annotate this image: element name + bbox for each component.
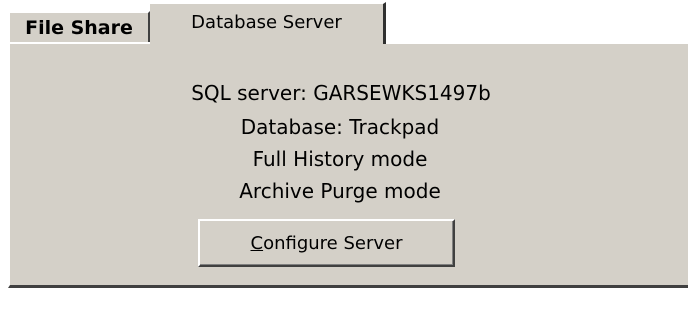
archive-mode-info: Archive Purge mode (239, 179, 441, 203)
tab-file-share-label: File Share (25, 16, 133, 39)
database-server-panel: SQL server: GARSEWKS1497b Database: Trac… (8, 42, 688, 288)
tab-file-share[interactable]: File Share (8, 11, 150, 42)
configure-server-label: onfigure Server (263, 232, 403, 254)
sql-server-info: SQL server: GARSEWKS1497b (191, 81, 491, 105)
database-info: Database: Trackpad (240, 115, 440, 139)
tab-strip: File Share Database Server (0, 0, 688, 44)
properties-window: File Share Database Server SQL server: G… (0, 0, 688, 315)
configure-server-button[interactable]: Configure Server (198, 219, 455, 267)
configure-server-accelerator: C (250, 232, 264, 254)
tab-database-server[interactable]: Database Server (150, 2, 386, 44)
tab-database-server-label: Database Server (191, 11, 342, 33)
history-mode-info: Full History mode (252, 147, 428, 171)
